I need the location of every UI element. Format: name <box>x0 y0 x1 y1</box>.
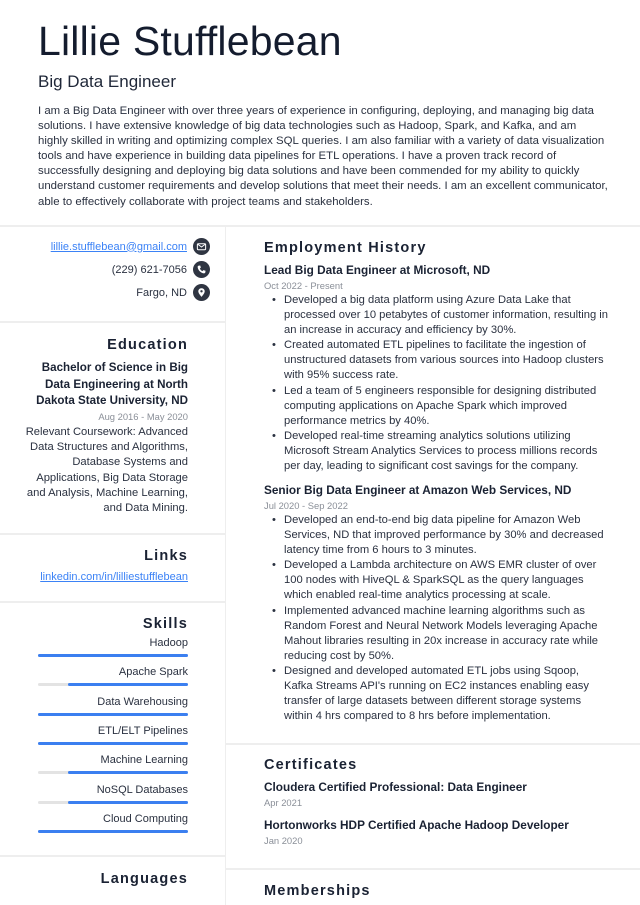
job-bullets-2: Developed an end-to-end big data pipelin… <box>264 513 609 724</box>
job-bullet: Led a team of 5 engineers responsible fo… <box>264 384 609 429</box>
skill-name: Hadoop <box>149 637 188 649</box>
skill-level-fill <box>68 800 188 804</box>
job-bullet: Developed a big data platform using Azur… <box>264 293 609 338</box>
job-bullet: Designed and developed automated ETL job… <box>264 664 609 724</box>
skill-level-bar <box>38 654 188 657</box>
education-heading: Education <box>107 337 188 353</box>
job-bullet: Developed a Lambda architecture on AWS E… <box>264 558 609 603</box>
skill-level-fill <box>68 683 188 687</box>
skill-item: Hadoop <box>38 637 188 666</box>
skill-level-fill <box>38 712 188 716</box>
contact-email-row: lillie.stufflebean@gmail.com <box>51 238 210 255</box>
job-title-1: Lead Big Data Engineer at Microsoft, ND <box>264 263 491 277</box>
languages-heading: Languages <box>100 871 188 887</box>
certificate-date: Jan 2020 <box>264 835 303 846</box>
job-bullets-1: Developed a big data platform using Azur… <box>264 293 609 474</box>
skill-level-fill <box>38 741 188 745</box>
contact-section: lillie.stufflebean@gmail.com (229) 621-7… <box>0 227 225 323</box>
job-bullet: Implemented advanced machine learning al… <box>264 604 609 664</box>
skill-level-bar <box>38 712 188 716</box>
profile-summary: I am a Big Data Engineer with over three… <box>38 105 608 208</box>
job-dates-1: Oct 2022 - Present <box>264 280 343 291</box>
skill-name: Cloud Computing <box>103 812 188 825</box>
email-link[interactable]: lillie.stufflebean@gmail.com <box>51 241 187 253</box>
education-coursework: Relevant Coursework: Advanced Data Struc… <box>25 426 188 515</box>
column-divider <box>225 226 226 905</box>
links-section: Links linkedin.com/in/lilliestufflebean <box>0 535 225 603</box>
languages-section: Languages <box>0 857 225 905</box>
certificates-heading: Certificates <box>264 757 358 773</box>
certificate-name: Cloudera Certified Professional: Data En… <box>264 780 527 794</box>
skills-heading: Skills <box>142 616 188 632</box>
memberships-heading: Memberships <box>264 883 371 899</box>
contact-phone-row: (229) 621-7056 <box>112 261 210 278</box>
job-dates-2: Jul 2020 - Sep 2022 <box>264 500 348 511</box>
skill-item: ETL/ELT Pipelines <box>38 725 188 754</box>
phone-icon <box>193 261 210 278</box>
skill-name: NoSQL Databases <box>96 783 188 796</box>
skill-item: Data Warehousing <box>38 696 188 725</box>
skill-level-fill <box>68 771 188 775</box>
skill-level-bar <box>38 771 188 775</box>
employment-heading: Employment History <box>264 240 427 256</box>
skill-level-bar <box>38 800 188 804</box>
skill-level-fill <box>38 829 188 833</box>
education-section: Education Bachelor of Science in Big Dat… <box>0 323 225 535</box>
location-text: Fargo, ND <box>136 286 187 299</box>
skill-level-fill <box>38 654 188 657</box>
contact-location-row: Fargo, ND <box>136 284 210 301</box>
section-divider <box>226 868 640 870</box>
skill-item: Cloud Computing <box>38 813 188 842</box>
map-pin-icon <box>193 284 210 301</box>
candidate-title: Big Data Engineer <box>38 72 176 91</box>
phone-number: (229) 621-7056 <box>111 263 187 276</box>
certificate-date: Apr 2021 <box>264 797 303 808</box>
skill-item: NoSQL Databases <box>38 784 188 813</box>
envelope-icon <box>193 238 210 255</box>
certificate-name: Hortonworks HDP Certified Apache Hadoop … <box>264 818 569 832</box>
job-title-2: Senior Big Data Engineer at Amazon Web S… <box>264 483 572 497</box>
linkedin-link[interactable]: linkedin.com/in/lilliestufflebean <box>40 571 188 583</box>
skill-level-bar <box>38 829 188 833</box>
job-bullet: Developed an end-to-end big data pipelin… <box>264 513 609 558</box>
skill-name: Data Warehousing <box>97 695 188 708</box>
skill-name: ETL/ELT Pipelines <box>97 724 188 737</box>
education-degree: Bachelor of Science in Big Data Engineer… <box>36 361 188 407</box>
section-divider <box>226 743 640 745</box>
job-bullet: Created automated ETL pipelines to facil… <box>264 338 609 383</box>
job-bullet: Developed real-time streaming analytics … <box>264 429 609 474</box>
skill-item: Apache Spark <box>38 666 188 695</box>
skill-level-bar <box>38 683 188 687</box>
candidate-name: Lillie Stufflebean <box>38 18 342 64</box>
skill-name: Machine Learning <box>100 754 188 767</box>
links-heading: Links <box>144 548 188 564</box>
skill-item: Machine Learning <box>38 754 188 783</box>
skill-name: Apache Spark <box>118 666 188 679</box>
education-dates: Aug 2016 - May 2020 <box>98 411 188 422</box>
skill-level-bar <box>38 741 188 745</box>
skills-section: Skills Hadoop Apache Spark Data Warehousin… <box>0 603 225 857</box>
